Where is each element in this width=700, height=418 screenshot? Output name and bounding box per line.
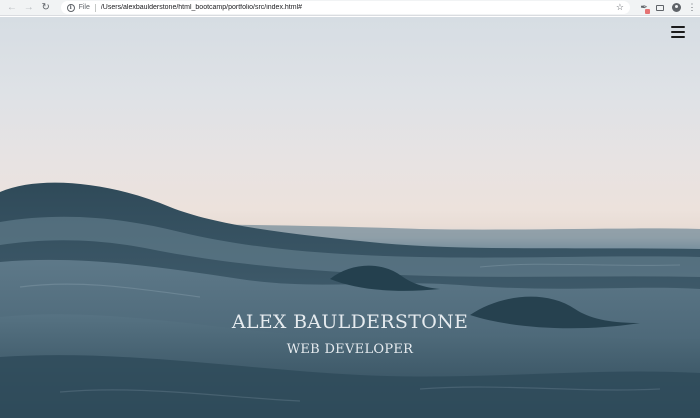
menu-bar [671, 26, 685, 28]
arrow-left-icon: ← [6, 1, 17, 13]
ocean-background-image [0, 182, 700, 418]
hero-name-heading: ALEX BAULDERSTONE [231, 311, 469, 333]
hero-role-subheading: WEB DEVELOPER [286, 342, 414, 357]
cast-button[interactable] [652, 1, 668, 15]
hamburger-menu-icon[interactable] [671, 26, 685, 38]
address-bar[interactable]: i File /Users/alexbaulderstone/html_boot… [60, 1, 630, 14]
forward-button[interactable]: → [22, 1, 36, 15]
browser-actions: ✒ ⋮ [636, 1, 700, 15]
hero-section: ALEX BAULDERSTONE WEB DEVELOPER [0, 17, 700, 418]
browser-menu-button[interactable]: ⋮ [684, 1, 700, 15]
cast-icon [656, 4, 664, 11]
url-text[interactable]: /Users/alexbaulderstone/html_bootcamp/po… [101, 4, 612, 11]
browser-toolbar: ← → ↻ i File /Users/alexbaulderstone/htm… [0, 0, 700, 16]
reload-icon: ↻ [41, 1, 50, 13]
account-button[interactable] [668, 1, 684, 15]
menu-bar [671, 31, 685, 33]
bookmark-star-icon[interactable]: ☆ [616, 2, 624, 13]
account-icon [671, 3, 681, 12]
back-button[interactable]: ← [5, 1, 19, 15]
info-icon[interactable]: i [66, 3, 75, 12]
omnibox-divider [94, 3, 96, 12]
menu-bar [671, 36, 685, 38]
reload-button[interactable]: ↻ [39, 1, 53, 15]
scheme-label: File [78, 4, 90, 11]
more-vert-icon: ⋮ [687, 2, 697, 12]
arrow-right-icon: → [23, 1, 34, 13]
extension-icon[interactable]: ✒ [636, 1, 652, 15]
